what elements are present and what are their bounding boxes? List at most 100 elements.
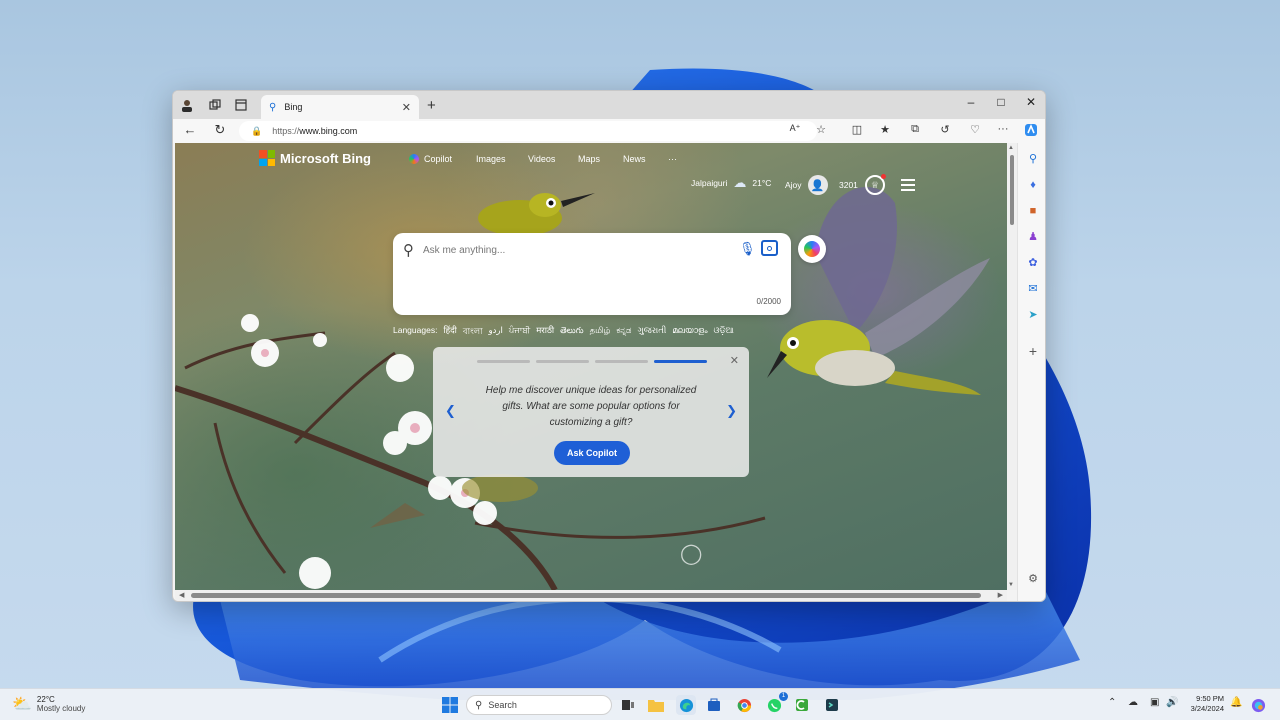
language-link[interactable]: ગુજરાતી — [637, 325, 666, 339]
language-link[interactable]: മലയാളം — [672, 325, 707, 339]
collections-icon[interactable]: ⧉ — [907, 123, 923, 136]
history-icon[interactable]: ↺ — [937, 123, 953, 136]
minimize-button[interactable]: – — [961, 95, 981, 109]
profile-avatar-icon[interactable] — [179, 97, 195, 113]
read-aloud-icon[interactable]: A⁺ — [787, 123, 803, 134]
windows-taskbar: ⛅ 22°C Mostly cloudy ⚲ Search 1 ⌃ ☁ ▣ 🔊 — [0, 688, 1280, 720]
carousel-step[interactable] — [477, 360, 530, 363]
search-icon[interactable]: ⚲ — [1025, 151, 1041, 167]
nav-copilot[interactable]: Copilot — [409, 154, 452, 164]
scroll-thumb[interactable] — [1010, 155, 1014, 225]
taskbar-search-box[interactable]: ⚲ Search — [466, 695, 612, 715]
close-card-icon[interactable]: ✕ — [730, 354, 739, 367]
favorites-icon[interactable]: ★ — [877, 123, 893, 136]
ask-copilot-button[interactable]: Ask Copilot — [554, 441, 630, 465]
camtasia-icon[interactable] — [792, 695, 812, 715]
favorite-star-icon[interactable]: ☆ — [813, 123, 829, 136]
microsoft-bing-logo[interactable]: Microsoft Bing — [259, 150, 371, 166]
volume-icon[interactable]: 🔊 — [1166, 697, 1178, 708]
chrome-icon[interactable] — [734, 695, 754, 715]
onedrive-cloud-icon[interactable]: ☁ — [1128, 697, 1138, 708]
add-sidebar-app-icon[interactable]: + — [1025, 343, 1041, 359]
nav-more[interactable]: ··· — [668, 154, 677, 164]
language-link[interactable]: বাংলা — [463, 325, 483, 339]
maximize-button[interactable]: □ — [991, 95, 1011, 109]
whatsapp-icon[interactable]: 1 — [764, 692, 788, 715]
show-hidden-icons-chevron-icon[interactable]: ⌃ — [1108, 697, 1116, 708]
visual-search-icon[interactable] — [761, 240, 778, 256]
scroll-up-icon[interactable]: ▲ — [1008, 145, 1014, 151]
carousel-step[interactable] — [595, 360, 648, 363]
tab-title: Bing — [284, 102, 303, 112]
rewards-widget[interactable]: 3201 ♕ — [839, 174, 886, 195]
address-bar[interactable]: 🔒 https://www.bing.com — [239, 121, 817, 141]
nav-maps[interactable]: Maps — [578, 154, 600, 164]
language-link[interactable]: ਪੰਜਾਬੀ — [509, 325, 530, 339]
microsoft-store-icon[interactable] — [704, 695, 724, 715]
start-button[interactable] — [440, 695, 460, 715]
split-screen-icon[interactable]: ◫ — [849, 123, 865, 136]
shopping-tag-icon[interactable]: ♦ — [1025, 177, 1041, 193]
user-avatar-icon[interactable]: 👤 — [807, 175, 828, 195]
sidebar-settings-gear-icon[interactable]: ⚙ — [1025, 571, 1041, 587]
edge-taskbar-icon[interactable] — [676, 695, 696, 715]
drop-icon[interactable]: ➤ — [1025, 307, 1041, 323]
character-counter: 0/2000 — [756, 297, 781, 306]
tab-bing[interactable]: ⚲ Bing ✕ — [261, 95, 419, 119]
vertical-scrollbar[interactable]: ▲ ▼ — [1007, 143, 1017, 590]
close-tab-icon[interactable]: ✕ — [402, 101, 411, 114]
rewards-trophy-icon[interactable]: ♕ — [864, 174, 886, 195]
file-explorer-icon[interactable] — [646, 695, 666, 715]
lock-icon[interactable]: 🔒 — [251, 126, 262, 137]
language-link[interactable]: ଓଡ଼ିଆ — [714, 325, 734, 339]
language-link[interactable]: हिंदी — [443, 325, 456, 339]
previous-arrow-icon[interactable]: ❮ — [445, 403, 456, 419]
scroll-left-icon[interactable]: ◀ — [179, 591, 184, 599]
language-link[interactable]: தமிழ் — [590, 325, 611, 339]
new-tab-button[interactable]: + — [427, 97, 436, 114]
refresh-button[interactable]: ↻ — [211, 122, 229, 138]
languages-label: Languages: — [393, 325, 438, 335]
hamburger-menu-icon[interactable] — [901, 179, 915, 191]
language-link[interactable]: اردو — [489, 325, 503, 339]
outlook-icon[interactable]: ✉ — [1025, 281, 1041, 297]
terminal-app-icon[interactable] — [822, 695, 842, 715]
weather-widget[interactable]: Jalpaiguri ☁ 21°C — [691, 175, 771, 191]
task-view-icon[interactable] — [618, 695, 638, 715]
search-input[interactable] — [423, 241, 723, 259]
hscroll-thumb[interactable] — [191, 593, 981, 598]
network-icon[interactable]: ▣ — [1150, 697, 1159, 708]
copilot-button[interactable] — [798, 235, 826, 263]
notification-bell-icon[interactable]: 🔔 — [1230, 697, 1242, 708]
tab-actions-icon[interactable] — [233, 97, 249, 113]
copilot-sidebar-icon[interactable] — [1023, 123, 1039, 140]
nav-news[interactable]: News — [623, 154, 646, 164]
language-link[interactable]: తెలుగు — [560, 325, 583, 339]
system-clock[interactable]: 9:50 PM 3/24/2024 — [1180, 694, 1224, 714]
carousel-step[interactable] — [536, 360, 589, 363]
scroll-down-icon[interactable]: ▼ — [1008, 582, 1014, 588]
copilot-taskbar-icon[interactable] — [1248, 695, 1268, 715]
carousel-step-active[interactable] — [654, 360, 707, 363]
microphone-icon[interactable]: 🎙 — [739, 241, 756, 257]
tools-briefcase-icon[interactable]: ■ — [1025, 203, 1041, 219]
copilot-suggestion-card: ✕ ❮ ❯ Help me discover unique ideas for … — [433, 347, 749, 477]
next-arrow-icon[interactable]: ❯ — [726, 403, 737, 419]
back-button[interactable]: ← — [181, 122, 199, 137]
account-widget[interactable]: Ajoy 👤 — [785, 175, 828, 195]
nav-images[interactable]: Images — [476, 154, 506, 164]
more-options-icon[interactable]: ··· — [995, 123, 1011, 135]
horizontal-scrollbar[interactable]: ◀ ▶ — [175, 590, 1007, 601]
scroll-right-icon[interactable]: ▶ — [998, 591, 1003, 599]
language-link[interactable]: ಕನ್ನಡ — [616, 325, 631, 339]
visual-search-lens-icon[interactable]: ◯ — [680, 541, 702, 566]
games-icon[interactable]: ♟ — [1025, 229, 1041, 245]
nav-videos[interactable]: Videos — [528, 154, 555, 164]
taskbar-weather-widget[interactable]: ⛅ 22°C Mostly cloudy — [12, 694, 85, 714]
browser-essentials-icon[interactable]: ♡ — [967, 123, 983, 136]
language-link[interactable]: मराठी — [536, 325, 554, 339]
workspaces-icon[interactable] — [207, 97, 223, 113]
microsoft-365-icon[interactable]: ✿ — [1025, 255, 1041, 271]
copilot-icon — [804, 241, 820, 257]
close-window-button[interactable]: ✕ — [1021, 95, 1041, 109]
